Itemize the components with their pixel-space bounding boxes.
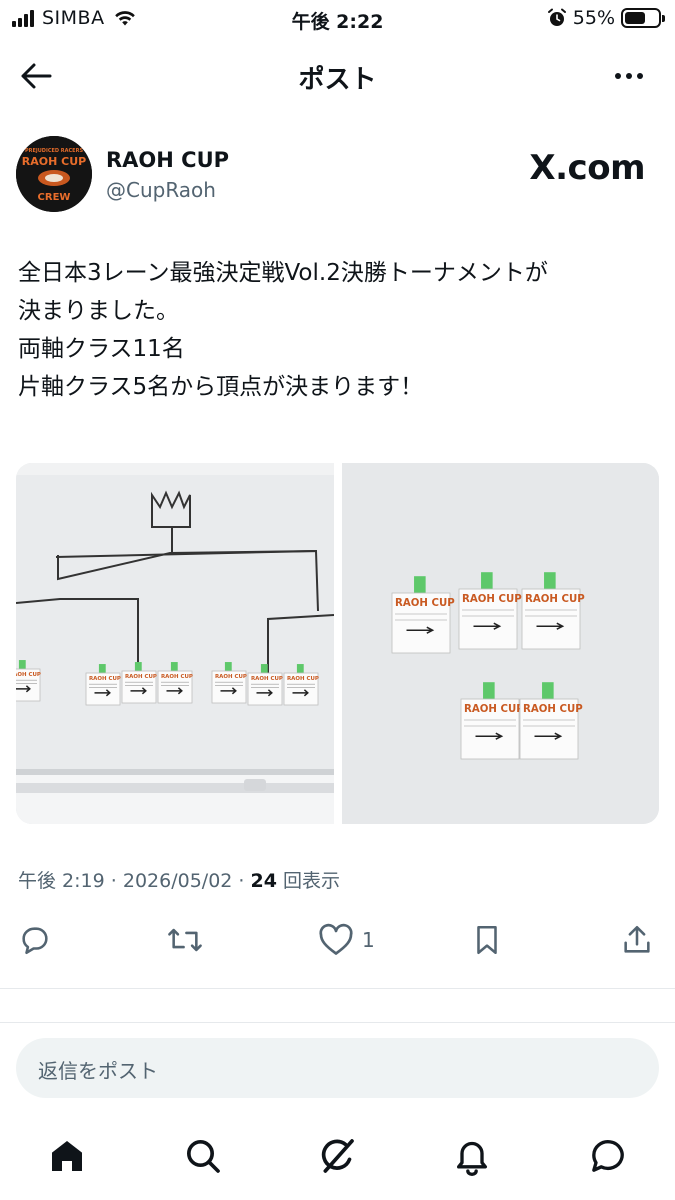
- tab-messages[interactable]: [586, 1134, 630, 1178]
- post-author: PREJUDICED RACERS RAOH CUP CREW RAOH CUP…: [16, 136, 659, 216]
- post-line: 決まりました。: [18, 298, 179, 324]
- status-bar: SIMBA 午後 2:22 55%: [0, 0, 675, 38]
- repost-button[interactable]: [166, 920, 204, 960]
- reply-placeholder: 返信をポスト: [38, 1059, 158, 1083]
- nav-header: ポスト: [0, 44, 675, 108]
- heart-icon: [319, 923, 353, 955]
- tab-home[interactable]: [45, 1134, 89, 1178]
- messages-icon: [592, 1140, 624, 1172]
- battery-percent: 55%: [572, 7, 615, 29]
- battery-level: [625, 12, 645, 24]
- like-count: 1: [362, 928, 375, 952]
- avatar[interactable]: PREJUDICED RACERS RAOH CUP CREW: [16, 136, 92, 212]
- photo-whiteboard-right: RAOH CUP RAOH CUP RAOH CUPRAOH CUP RAOH CUP: [342, 463, 659, 824]
- svg-text:PREJUDICED RACERS: PREJUDICED RACERS: [25, 148, 83, 154]
- post-text: 全日本3レーン最強決定戦Vol.2決勝トーナメントが 決まりました。 両軸クラス…: [18, 254, 658, 406]
- reply-button[interactable]: [18, 920, 52, 960]
- svg-text:RAOH CUP: RAOH CUP: [22, 155, 86, 168]
- status-bar-right: 55%: [547, 7, 665, 29]
- meta-separator: ·: [110, 870, 117, 892]
- photo-bracket-board[interactable]: RAOH CUP RAOH CUP RAOH CUP RAOH CUP RAOH CUP…: [16, 463, 335, 824]
- post-media: RAOH CUPRAOH CUPRAOH CUPRAOH CUPRAOH CUP…: [16, 463, 659, 824]
- meta-separator: ·: [238, 870, 245, 892]
- tab-notifications[interactable]: [450, 1134, 494, 1178]
- entry-card-title: RAOH CUP: [251, 676, 283, 682]
- battery-icon: [621, 8, 665, 28]
- share-button[interactable]: [620, 920, 654, 960]
- author-handle[interactable]: @CupRaoh: [106, 178, 216, 202]
- page-title: ポスト: [298, 65, 377, 95]
- search-icon: [187, 1140, 220, 1173]
- more-button[interactable]: [609, 64, 649, 88]
- post-line: 両軸クラス11名: [18, 336, 185, 362]
- entry-card-title: RAOH CUP: [464, 704, 524, 715]
- post-time: 午後 2:19: [18, 870, 105, 892]
- more-dot: [637, 73, 643, 79]
- more-horizontal-icon: [615, 73, 621, 79]
- post-line: 全日本3レーン最強決定戦Vol.2決勝トーナメントが: [18, 260, 548, 286]
- photo-single-axis-cards[interactable]: RAOH CUP RAOH CUP RAOH CUP RAOH CUP RAOH CUP: [342, 463, 659, 824]
- comment-icon: [22, 927, 48, 955]
- photo-whiteboard-left: RAOH CUP RAOH CUP RAOH CUP RAOH CUP RAOH CUP…: [16, 463, 335, 824]
- bookmark-button[interactable]: [472, 920, 502, 960]
- repost-icon: [168, 928, 202, 952]
- share-icon: [624, 925, 650, 953]
- entry-card-title: RAOH CUP: [395, 598, 455, 609]
- divider: [0, 1022, 675, 1023]
- grok-icon: [321, 1139, 354, 1173]
- entry-card-title: RAOH CUP: [89, 676, 121, 682]
- reply-input[interactable]: 返信をポスト: [16, 1038, 659, 1098]
- entry-card-title: RAOH CUP: [125, 674, 157, 680]
- entry-card-title: RAOH CUP: [525, 594, 585, 605]
- views-label: 回表示: [283, 870, 341, 892]
- tab-grok[interactable]: [315, 1134, 359, 1178]
- post-line: 片軸クラス5名から頂点が決まります！: [18, 374, 424, 400]
- entry-card-title: RAOH CUP: [462, 594, 522, 605]
- bookmark-icon: [477, 925, 497, 955]
- x-com-watermark: X.com: [529, 148, 645, 188]
- author-name[interactable]: RAOH CUP: [106, 148, 229, 172]
- entry-card-title: RAOH CUP: [161, 674, 193, 680]
- home-icon: [52, 1141, 82, 1171]
- action-bar: 1: [0, 920, 675, 960]
- entry-card-title: RAOH CUP: [523, 704, 583, 715]
- bottom-tab-bar: [0, 1130, 675, 1186]
- post-meta: 午後 2:19 · 2026/05/02 · 24 回表示: [18, 866, 340, 893]
- more-dot: [626, 73, 632, 79]
- alarm-icon: [547, 8, 566, 26]
- avatar-logo: PREJUDICED RACERS RAOH CUP CREW: [16, 136, 92, 212]
- tab-search[interactable]: [181, 1134, 225, 1178]
- like-button[interactable]: 1: [318, 920, 375, 960]
- svg-text:CREW: CREW: [38, 192, 71, 203]
- post-date: 2026/05/02: [122, 870, 233, 892]
- entry-card-title: RAOH CUP: [215, 674, 247, 680]
- entry-card-title: RAOH CUP: [16, 672, 41, 678]
- entry-card-title: RAOH CUP: [287, 676, 319, 682]
- bell-icon: [457, 1141, 487, 1176]
- views-count: 24: [250, 870, 277, 892]
- divider: [0, 988, 675, 989]
